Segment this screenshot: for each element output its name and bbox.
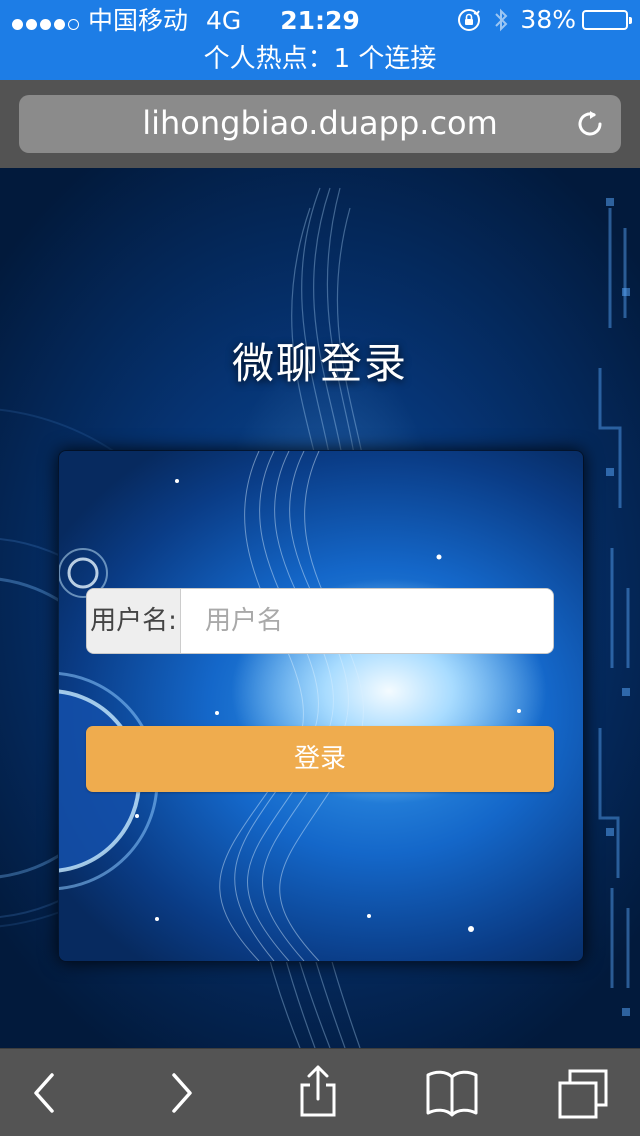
status-right: 38% xyxy=(456,0,632,40)
browser-toolbar xyxy=(0,1048,640,1136)
back-icon[interactable] xyxy=(0,1049,88,1136)
tabs-icon[interactable] xyxy=(540,1049,628,1136)
orientation-lock-icon xyxy=(456,7,482,33)
address-bar: lihongbiao.duapp.com xyxy=(0,80,640,168)
hotspot-banner[interactable]: 个人热点：1 个连接 xyxy=(0,40,640,80)
share-icon[interactable] xyxy=(274,1049,362,1136)
reload-icon[interactable] xyxy=(575,109,605,139)
bookmarks-icon[interactable] xyxy=(408,1049,496,1136)
username-label: 用户名: xyxy=(87,589,181,653)
battery-icon xyxy=(582,10,632,30)
url-field[interactable]: lihongbiao.duapp.com xyxy=(19,95,621,153)
login-button[interactable]: 登录 xyxy=(86,726,554,792)
username-input[interactable] xyxy=(181,589,553,653)
web-page: 微聊登录 用户名: 用户名 登录 xyxy=(0,168,640,1048)
login-card: 用户名: 登录 xyxy=(58,450,584,962)
battery-percent: 38% xyxy=(520,5,576,34)
status-bar-top-row: 中国移动 4G 21:29 38% xyxy=(0,0,640,40)
username-input-group: 用户名: xyxy=(86,588,554,654)
status-bar: 中国移动 4G 21:29 38% 个人热点：1 个连接 xyxy=(0,0,640,80)
card-background-decoration xyxy=(59,451,521,961)
page-title: 微聊登录 xyxy=(231,339,408,388)
bluetooth-icon xyxy=(492,6,510,34)
url-text[interactable]: lihongbiao.duapp.com xyxy=(19,95,621,153)
forward-icon[interactable] xyxy=(136,1049,224,1136)
